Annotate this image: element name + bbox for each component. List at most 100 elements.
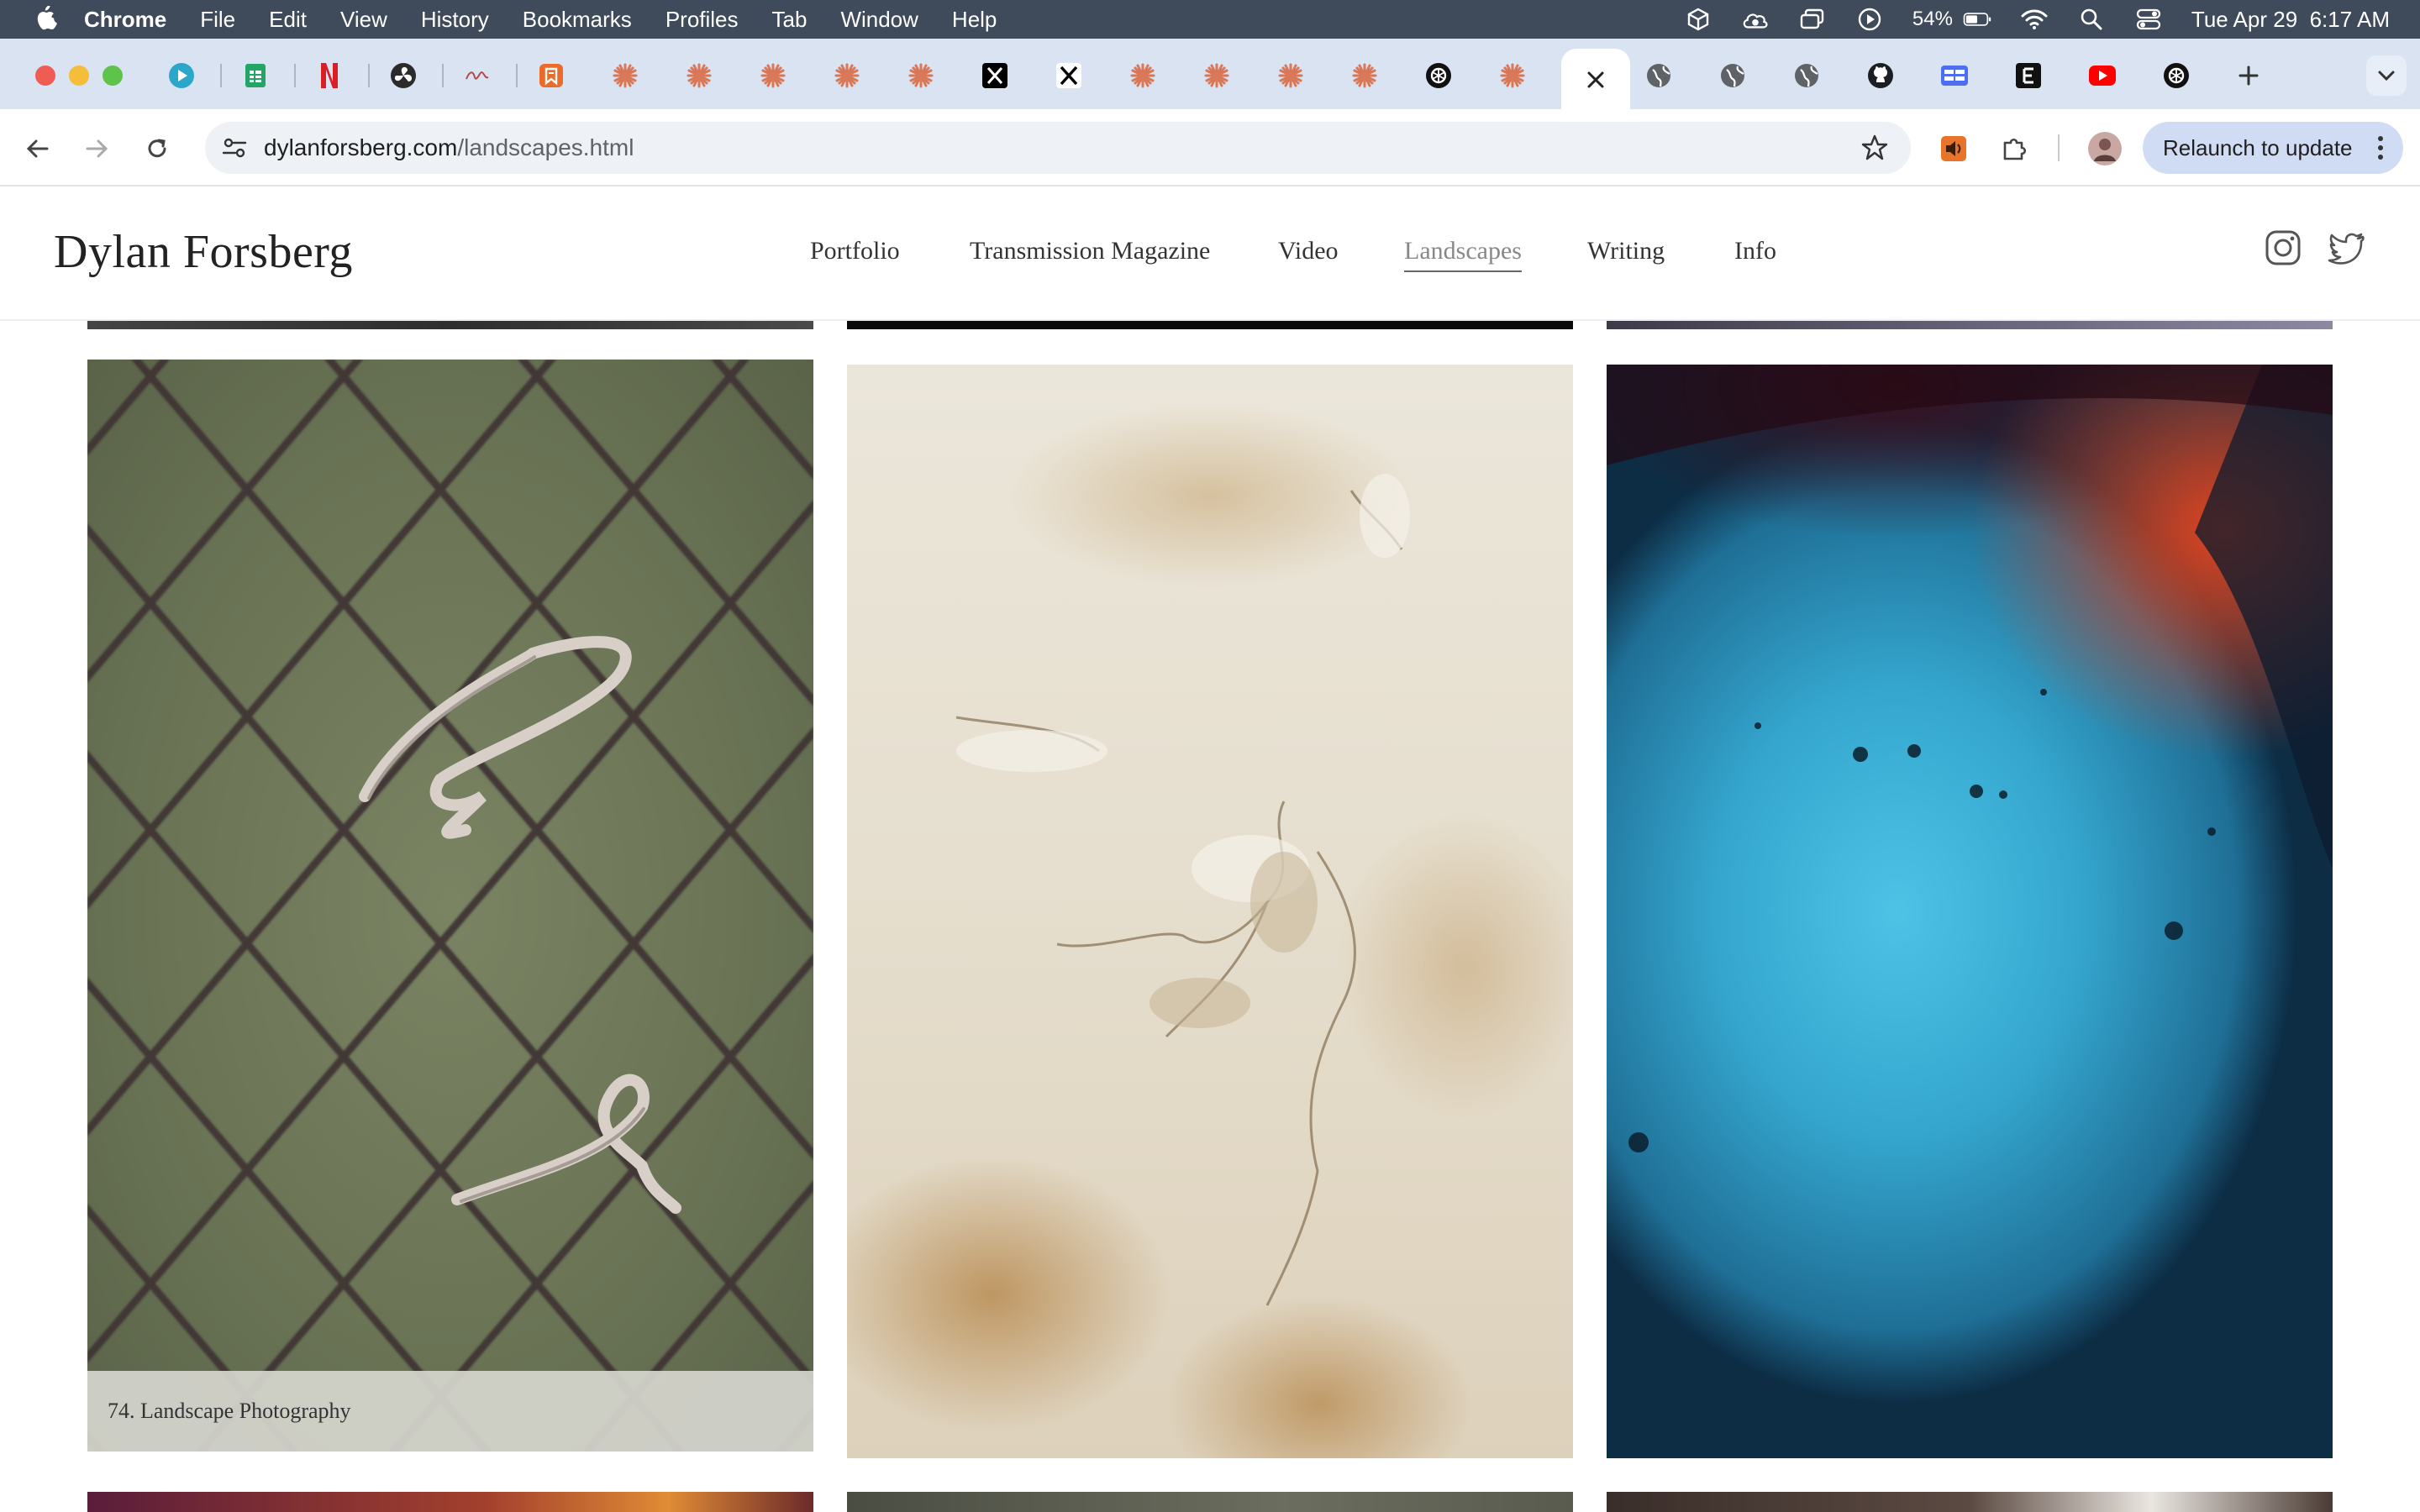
tab-e[interactable] (2013, 60, 2044, 91)
tab-globe[interactable] (1718, 60, 1748, 91)
plus-icon (2238, 66, 2259, 86)
tab-fan[interactable] (388, 60, 418, 91)
twitter-icon[interactable] (2328, 228, 2366, 267)
tab-x[interactable] (980, 60, 1010, 91)
control-center-icon[interactable] (2134, 7, 2163, 32)
gallery-photo-bottom-3[interactable] (1607, 1492, 2333, 1512)
tab-openai[interactable] (2161, 60, 2191, 91)
site-title[interactable]: Dylan Forsberg (54, 225, 353, 279)
tab-youtube[interactable] (2087, 60, 2118, 91)
menu-bookmarks[interactable]: Bookmarks (523, 7, 632, 33)
gallery-photo-top-2[interactable] (847, 321, 1573, 329)
tab-claude[interactable] (684, 60, 714, 91)
profile-button[interactable] (2086, 129, 2124, 168)
tab-claude[interactable] (832, 60, 862, 91)
tab-bookmark-app[interactable] (536, 60, 566, 91)
address-bar[interactable]: dylanforsberg.com/landscapes.html (205, 122, 1911, 174)
tab-media-play[interactable] (166, 60, 197, 91)
menu-file[interactable]: File (200, 7, 235, 33)
tab-claude[interactable] (1497, 60, 1528, 91)
cloud-sync-icon[interactable] (1741, 7, 1770, 32)
tab-active[interactable] (1561, 49, 1630, 111)
tab-globe[interactable] (1644, 60, 1674, 91)
gallery-photo-blue-abstract[interactable] (1607, 365, 2333, 1458)
window-minimize-button[interactable] (69, 66, 89, 86)
extensions-button[interactable] (1995, 129, 2033, 168)
claude-icon (834, 63, 860, 88)
window-close-button[interactable] (35, 66, 55, 86)
instagram-icon[interactable] (2264, 228, 2302, 267)
gallery-photo-top-1[interactable] (87, 321, 813, 329)
tab-github[interactable] (1865, 60, 1896, 91)
menu-view[interactable]: View (340, 7, 387, 33)
window-maximize-button[interactable] (103, 66, 123, 86)
back-button[interactable] (18, 129, 57, 168)
claude-icon (1500, 63, 1525, 88)
menu-profiles[interactable]: Profiles (666, 7, 739, 33)
menu-window[interactable]: Window (840, 7, 918, 33)
chevron-down-icon (2378, 71, 2395, 81)
menu-tab[interactable]: Tab (772, 7, 808, 33)
tab-claude[interactable] (758, 60, 788, 91)
apple-logo-icon[interactable] (34, 5, 59, 34)
package-icon[interactable] (1684, 7, 1712, 32)
tab-claude[interactable] (1276, 60, 1306, 91)
bookmark-star-icon[interactable] (1860, 134, 1889, 166)
tab-sheets[interactable] (240, 60, 271, 91)
tab-globe[interactable] (1791, 60, 1822, 91)
close-icon[interactable] (1586, 71, 1605, 89)
tab-x[interactable] (1054, 60, 1084, 91)
menu-edit[interactable]: Edit (269, 7, 307, 33)
forward-button[interactable] (77, 129, 116, 168)
gallery-photo-bottom-1[interactable] (87, 1492, 813, 1512)
tab-openai[interactable] (1423, 60, 1454, 91)
tab-claude[interactable] (610, 60, 640, 91)
reload-button[interactable] (138, 129, 176, 168)
tab-claude[interactable] (1128, 60, 1158, 91)
new-tab-button[interactable] (2232, 59, 2265, 92)
menu-app-name[interactable]: Chrome (84, 7, 166, 33)
nav-writing[interactable]: Writing (1587, 237, 1665, 265)
battery-percent: 54% (1912, 8, 1953, 30)
tab-separator (220, 64, 222, 87)
nav-transmission-magazine[interactable]: Transmission Magazine (970, 237, 1210, 265)
tab-claude[interactable] (1349, 60, 1380, 91)
nav-landscapes[interactable]: Landscapes (1404, 237, 1522, 272)
menu-help[interactable]: Help (952, 7, 997, 33)
cracked-wall-image (955, 474, 1410, 1306)
globe-icon (1795, 64, 1818, 87)
site-settings-icon[interactable] (220, 134, 249, 166)
relaunch-label: Relaunch to update (2163, 134, 2353, 160)
nav-video[interactable]: Video (1278, 237, 1339, 265)
nav-info[interactable]: Info (1734, 237, 1776, 265)
more-vert-icon[interactable] (2376, 134, 2385, 168)
claude-icon (760, 63, 786, 88)
tab-claude[interactable] (1202, 60, 1232, 91)
menubar-datetime[interactable]: Tue Apr 29 6:17 AM (2191, 7, 2390, 33)
tab-app-grid[interactable] (1939, 60, 1970, 91)
extension-audio-button[interactable] (1934, 129, 1973, 168)
claude-icon (1130, 63, 1155, 88)
tab-claude[interactable] (906, 60, 936, 91)
chain-link-fence-image (87, 360, 813, 1452)
gallery-photo-cracked-wall[interactable] (847, 365, 1573, 1458)
wifi-icon[interactable] (2020, 7, 2049, 32)
tab-separator (368, 64, 370, 87)
app-grid-icon (1941, 66, 1968, 86)
spotlight-search-icon[interactable] (2077, 7, 2106, 32)
tab-separator (516, 64, 518, 87)
gallery-photo-chain-link-fence[interactable] (87, 360, 813, 1452)
relaunch-button[interactable]: Relaunch to update (2143, 122, 2403, 174)
tab-search-button[interactable] (2366, 55, 2407, 96)
tab-netflix[interactable] (314, 60, 345, 91)
tab-wave[interactable] (462, 60, 492, 91)
menu-history[interactable]: History (421, 7, 489, 33)
gallery-photo-bottom-2[interactable] (847, 1492, 1573, 1512)
url-text[interactable]: dylanforsberg.com/landscapes.html (264, 122, 634, 174)
nav-portfolio[interactable]: Portfolio (810, 237, 900, 265)
gallery-photo-top-3[interactable] (1607, 321, 2333, 329)
window-stack-icon[interactable] (1798, 7, 1827, 32)
play-circle-icon[interactable] (1855, 7, 1884, 32)
battery-icon[interactable] (1963, 7, 1991, 32)
fan-icon (391, 63, 416, 88)
